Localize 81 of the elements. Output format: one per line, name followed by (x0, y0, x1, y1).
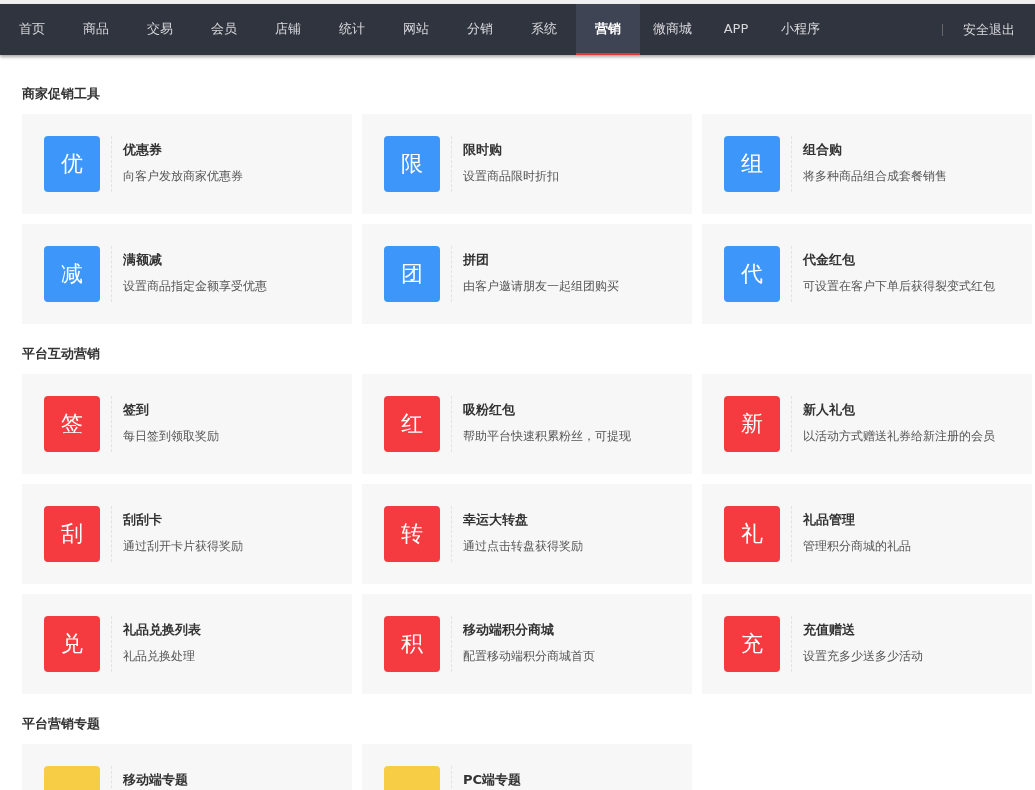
tool-name: 新人礼包 (803, 401, 856, 419)
logout-link[interactable]: 安全退出 (963, 4, 1035, 55)
tool-icon: 积 (384, 616, 440, 672)
tool-card[interactable]: 礼 礼品管理 管理积分商城的礼品 (702, 484, 1032, 584)
tool-icon: 红 (384, 396, 440, 452)
tool-description: 以活动方式赠送礼券给新注册的会员 (803, 428, 995, 445)
tool-icon: 转 (384, 506, 440, 562)
nav-tab[interactable]: 网站 (384, 4, 448, 55)
tool-card[interactable]: 积 移动端积分商城 配置移动端积分商城首页 (362, 594, 692, 694)
tool-description: 可设置在客户下单后获得裂变式红包 (803, 278, 995, 295)
section-title: 平台互动营销 (22, 345, 101, 363)
tool-icon: 刮 (44, 506, 100, 562)
tool-card[interactable]: 新 新人礼包 以活动方式赠送礼券给新注册的会员 (702, 374, 1032, 474)
tool-name: 礼品管理 (803, 511, 856, 529)
tool-description: 通过刮开卡片获得奖励 (123, 538, 243, 555)
nav-tab[interactable]: APP (704, 4, 768, 55)
tool-name: 礼品兑换列表 (123, 621, 201, 639)
tool-card[interactable]: 组 组合购 将多种商品组合成套餐销售 (702, 114, 1032, 214)
section-title: 平台营销专题 (22, 715, 101, 733)
tool-icon: 优 (44, 136, 100, 192)
tool-description: 设置充多少送多少活动 (803, 648, 923, 665)
tool-description: 设置商品指定金额享受优惠 (123, 278, 267, 295)
tool-description: 礼品兑换处理 (123, 648, 196, 665)
tool-description: 管理积分商城的礼品 (803, 538, 911, 555)
tool-icon: 限 (384, 136, 440, 192)
tool-icon: 减 (44, 246, 100, 302)
nav-tab[interactable]: 会员 (192, 4, 256, 55)
nav-tab[interactable]: 统计 (320, 4, 384, 55)
tool-description: 设置商品限时折扣 (463, 168, 559, 185)
tool-icon: 签 (44, 396, 100, 452)
nav-tab[interactable]: 微商城 (640, 4, 704, 55)
tool-icon: 新 (724, 396, 780, 452)
tool-description: 将多种商品组合成套餐销售 (803, 168, 947, 185)
tool-card[interactable]: 优 优惠券 向客户发放商家优惠券 (22, 114, 352, 214)
tool-description: 配置移动端积分商城首页 (463, 648, 595, 665)
tool-card[interactable]: 充 充值赠送 设置充多少送多少活动 (702, 594, 1032, 694)
tool-name: 充值赠送 (803, 621, 856, 639)
nav-tab[interactable]: 首页 (0, 4, 64, 55)
tool-name: 拼团 (463, 251, 490, 269)
tool-name: 优惠券 (123, 141, 163, 159)
tool-card[interactable]: 刮 刮刮卡 通过刮开卡片获得奖励 (22, 484, 352, 584)
tool-name: 刮刮卡 (123, 511, 163, 529)
tool-description: 帮助平台快速积累粉丝，可提现 (463, 428, 631, 445)
tool-name: PC端专题 (463, 771, 522, 789)
tool-icon: 礼 (724, 506, 780, 562)
tool-name: 吸粉红包 (463, 401, 516, 419)
tool-description: 由客户邀请朋友一起组团购买 (463, 278, 619, 295)
nav-tab[interactable]: 分销 (448, 4, 512, 55)
tool-card[interactable]: 转 幸运大转盘 通过点击转盘获得奖励 (362, 484, 692, 584)
section-title: 商家促销工具 (22, 85, 101, 103)
nav-tab[interactable]: 营销 (576, 4, 640, 55)
tool-description: 向客户发放商家优惠券 (123, 168, 243, 185)
tool-icon: 代 (724, 246, 780, 302)
nav-tab[interactable]: 店铺 (256, 4, 320, 55)
tool-name: 幸运大转盘 (463, 511, 529, 529)
tool-card[interactable]: 移动端专题 (22, 744, 352, 790)
nav-tab[interactable]: 小程序 (768, 4, 832, 55)
tool-description: 每日签到领取奖励 (123, 428, 219, 445)
tool-name: 组合购 (803, 141, 843, 159)
tool-description: 通过点击转盘获得奖励 (463, 538, 583, 555)
tool-name: 代金红包 (803, 251, 856, 269)
tool-icon: 兑 (44, 616, 100, 672)
tool-name: 移动端专题 (123, 771, 188, 789)
nav-tab[interactable]: 系统 (512, 4, 576, 55)
tool-card[interactable]: 代 代金红包 可设置在客户下单后获得裂变式红包 (702, 224, 1032, 324)
tool-card[interactable]: PC端专题 (362, 744, 692, 790)
tool-name: 移动端积分商城 (463, 621, 555, 639)
tool-card[interactable]: 减 满额减 设置商品指定金额享受优惠 (22, 224, 352, 324)
nav-tab[interactable]: 交易 (128, 4, 192, 55)
tool-name: 限时购 (463, 141, 503, 159)
tool-card[interactable]: 限 限时购 设置商品限时折扣 (362, 114, 692, 214)
tool-card[interactable]: 兑 礼品兑换列表 礼品兑换处理 (22, 594, 352, 694)
tool-card[interactable]: 团 拼团 由客户邀请朋友一起组团购买 (362, 224, 692, 324)
tool-card[interactable]: 签 签到 每日签到领取奖励 (22, 374, 352, 474)
tool-card[interactable]: 红 吸粉红包 帮助平台快速积累粉丝，可提现 (362, 374, 692, 474)
tool-icon: 团 (384, 246, 440, 302)
tool-name: 签到 (123, 401, 150, 419)
tool-icon: 充 (724, 616, 780, 672)
nav-tab[interactable]: 商品 (64, 4, 128, 55)
tool-icon: 组 (724, 136, 780, 192)
tool-name: 满额减 (123, 251, 163, 269)
